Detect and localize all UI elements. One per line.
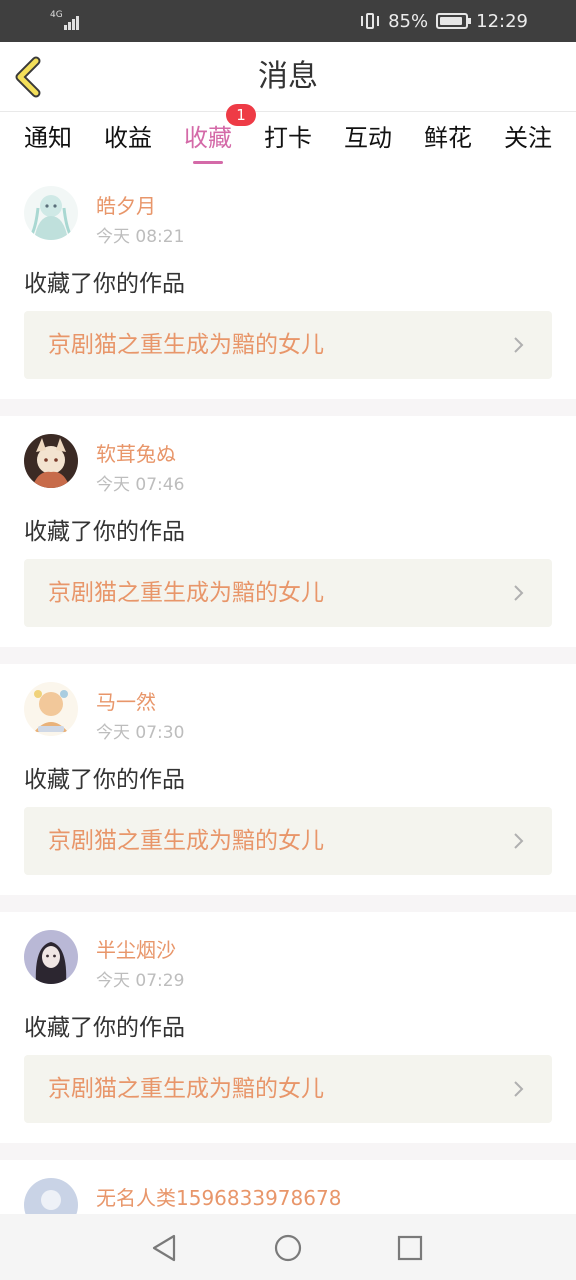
username[interactable]: 皓夕月 — [96, 190, 156, 219]
list-item: 半尘烟沙 今天 07:29 收藏了你的作品 京剧猫之重生成为黯的女儿 — [0, 912, 576, 1143]
divider — [0, 647, 576, 664]
list-item: 软茸兔ぬ 今天 07:46 收藏了你的作品 京剧猫之重生成为黯的女儿 — [0, 416, 576, 647]
timestamp: 今天 08:21 — [96, 227, 185, 247]
tab-follow[interactable]: 关注 — [504, 112, 552, 168]
action-text: 收藏了你的作品 — [24, 271, 185, 297]
header: 消息 — [0, 42, 576, 112]
battery-percent: 85% — [388, 10, 429, 32]
action-text: 收藏了你的作品 — [24, 767, 185, 793]
tab-favorites[interactable]: 收藏 1 — [184, 104, 256, 168]
list-item: 马一然 今天 07:30 收藏了你的作品 京剧猫之重生成为黯的女儿 — [0, 664, 576, 895]
chevron-right-icon — [514, 833, 524, 849]
tab-label: 通知 — [24, 124, 72, 152]
tab-flowers[interactable]: 鲜花 — [424, 112, 472, 168]
status-bar: 4G 85% 12:29 — [0, 0, 576, 42]
signal-icon: 4G — [50, 10, 82, 32]
timestamp: 今天 07:46 — [96, 475, 185, 495]
chevron-right-icon — [514, 585, 524, 601]
action-text: 收藏了你的作品 — [24, 1015, 185, 1041]
chevron-right-icon — [514, 337, 524, 353]
avatar[interactable] — [24, 682, 78, 736]
tab-earnings[interactable]: 收益 — [104, 112, 152, 168]
action-text: 收藏了你的作品 — [24, 519, 185, 545]
tab-label: 鲜花 — [424, 124, 472, 152]
work-title: 京剧猫之重生成为黯的女儿 — [48, 580, 324, 606]
active-tab-indicator — [193, 161, 223, 164]
tab-notifications[interactable]: 通知 — [24, 112, 72, 168]
divider — [0, 895, 576, 912]
work-title: 京剧猫之重生成为黯的女儿 — [48, 332, 324, 358]
unread-badge: 1 — [226, 104, 256, 126]
tab-label: 收益 — [104, 124, 152, 152]
page-title: 消息 — [258, 59, 318, 94]
system-nav-bar — [0, 1214, 576, 1280]
clock: 12:29 — [476, 10, 528, 32]
username[interactable]: 半尘烟沙 — [96, 934, 176, 963]
divider — [0, 399, 576, 416]
chevron-right-icon — [514, 1081, 524, 1097]
work-card[interactable]: 京剧猫之重生成为黯的女儿 — [24, 559, 552, 627]
list-item: 皓夕月 今天 08:21 收藏了你的作品 京剧猫之重生成为黯的女儿 — [0, 168, 576, 399]
tab-label: 收藏 — [184, 124, 232, 152]
message-feed: 皓夕月 今天 08:21 收藏了你的作品 京剧猫之重生成为黯的女儿 软茸兔ぬ 今… — [0, 168, 576, 1230]
tab-label: 互动 — [344, 124, 392, 152]
tab-label: 关注 — [504, 124, 552, 152]
username[interactable]: 软茸兔ぬ — [96, 438, 176, 467]
tab-checkin[interactable]: 打卡 — [264, 112, 312, 168]
tab-label: 打卡 — [264, 124, 312, 152]
recents-square-icon[interactable] — [390, 1228, 430, 1268]
work-card[interactable]: 京剧猫之重生成为黯的女儿 — [24, 807, 552, 875]
divider — [0, 1143, 576, 1160]
vibrate-icon — [360, 11, 380, 31]
back-triangle-icon[interactable] — [144, 1228, 184, 1268]
avatar[interactable] — [24, 186, 78, 240]
username[interactable]: 无名人类1596833978678 — [96, 1182, 341, 1211]
work-card[interactable]: 京剧猫之重生成为黯的女儿 — [24, 311, 552, 379]
work-card[interactable]: 京剧猫之重生成为黯的女儿 — [24, 1055, 552, 1123]
work-title: 京剧猫之重生成为黯的女儿 — [48, 1076, 324, 1102]
work-title: 京剧猫之重生成为黯的女儿 — [48, 828, 324, 854]
home-circle-icon[interactable] — [268, 1228, 308, 1268]
network-type: 4G — [50, 10, 63, 20]
avatar[interactable] — [24, 930, 78, 984]
tab-bar: 通知 收益 收藏 1 打卡 互动 鲜花 关注 — [0, 104, 576, 168]
battery-icon — [436, 13, 472, 29]
timestamp: 今天 07:30 — [96, 723, 185, 743]
timestamp: 今天 07:29 — [96, 971, 185, 991]
avatar[interactable] — [24, 434, 78, 488]
tab-interaction[interactable]: 互动 — [344, 112, 392, 168]
username[interactable]: 马一然 — [96, 686, 156, 715]
